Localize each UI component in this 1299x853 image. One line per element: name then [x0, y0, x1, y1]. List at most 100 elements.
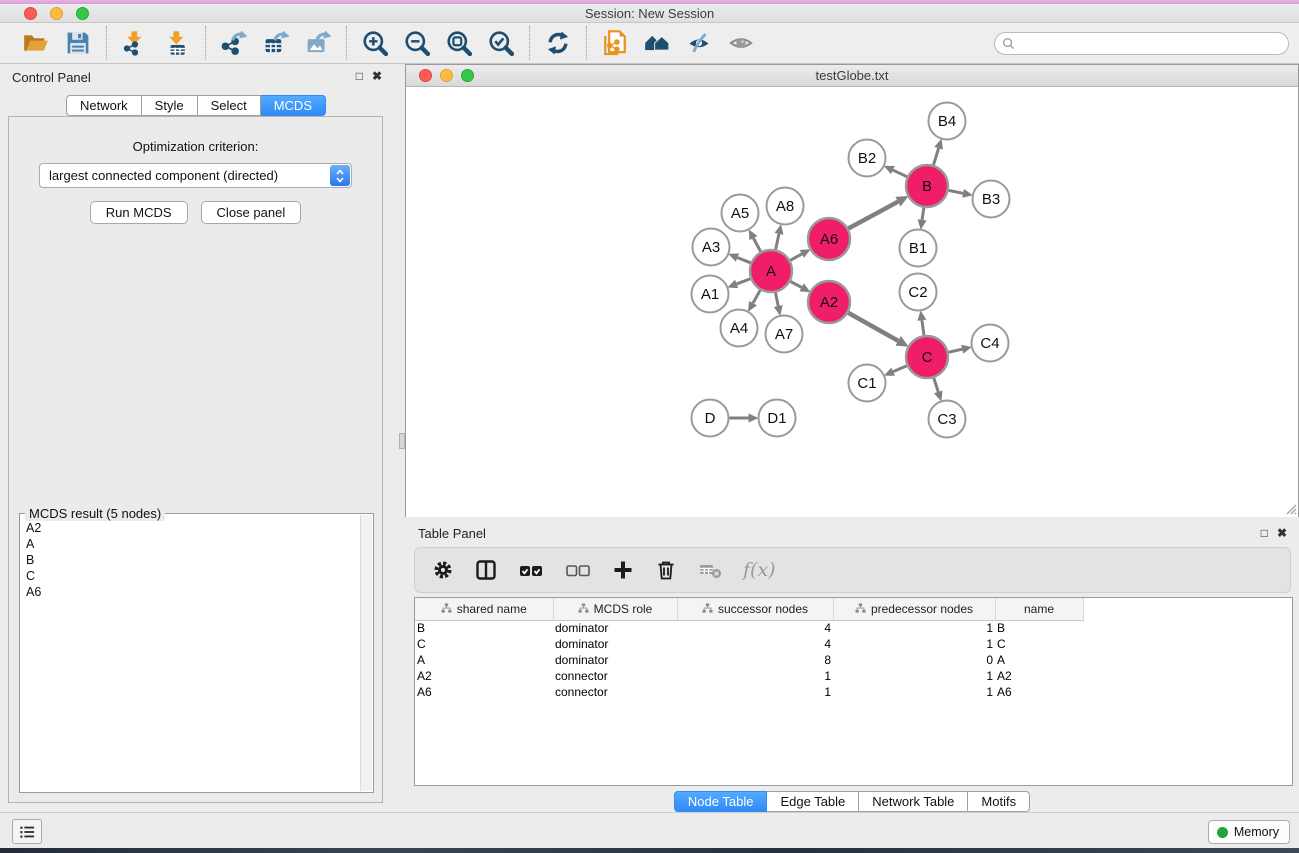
home-icon[interactable]: [641, 27, 673, 59]
table-cell[interactable]: connector: [553, 684, 677, 700]
edge-A-A5[interactable]: [753, 238, 760, 251]
graph-node-A4[interactable]: A4: [721, 310, 758, 347]
mcds-result-item[interactable]: B: [21, 552, 360, 568]
zoom-selected-icon[interactable]: [485, 27, 517, 59]
edge-A-A1[interactable]: [737, 279, 751, 284]
table-cell[interactable]: A: [415, 652, 553, 668]
unselect-all-columns-icon[interactable]: [565, 555, 591, 585]
task-history-button[interactable]: [12, 819, 42, 844]
import-network-icon[interactable]: [119, 27, 151, 59]
table-cell[interactable]: dominator: [553, 636, 677, 652]
settings-gear-icon[interactable]: [432, 555, 454, 585]
tab-edge-table[interactable]: Edge Table: [767, 791, 859, 812]
eye-icon[interactable]: [725, 27, 757, 59]
float-panel-icon[interactable]: □: [356, 69, 363, 83]
edge-C-C3[interactable]: [934, 378, 938, 392]
zoom-fit-icon[interactable]: [443, 27, 475, 59]
export-table-icon[interactable]: [260, 27, 292, 59]
edge-A-A6[interactable]: [790, 254, 802, 260]
graph-node-D1[interactable]: D1: [759, 400, 796, 437]
graph-node-A3[interactable]: A3: [693, 229, 730, 266]
zoom-out-icon[interactable]: [401, 27, 433, 59]
import-table-icon[interactable]: [161, 27, 193, 59]
table-row[interactable]: Adominator80A: [415, 652, 1083, 668]
graph-node-B2[interactable]: B2: [849, 140, 886, 177]
table-cell[interactable]: dominator: [553, 620, 677, 636]
table-cell[interactable]: B: [415, 620, 553, 636]
column-header-MCDS-role[interactable]: MCDS role: [553, 598, 677, 620]
edge-A-A7[interactable]: [775, 293, 778, 307]
table-cell[interactable]: 0: [833, 652, 995, 668]
edge-B-B1[interactable]: [922, 208, 924, 220]
minimize-traffic-light[interactable]: [50, 7, 63, 20]
search-input[interactable]: [1015, 36, 1288, 50]
tab-node-table[interactable]: Node Table: [674, 791, 768, 812]
network-window-titlebar[interactable]: testGlobe.txt: [406, 65, 1298, 87]
graph-node-A2[interactable]: A2: [808, 281, 850, 323]
add-column-icon[interactable]: [612, 555, 634, 585]
table-cell[interactable]: C: [995, 636, 1083, 652]
network-minimize-traffic-light[interactable]: [440, 69, 453, 82]
close-panel-button[interactable]: Close panel: [201, 201, 302, 224]
tab-motifs[interactable]: Motifs: [968, 791, 1030, 812]
table-row[interactable]: A2connector11A2: [415, 668, 1083, 684]
column-layout-icon[interactable]: [475, 555, 497, 585]
edge-C-C1[interactable]: [893, 366, 907, 372]
export-network-icon[interactable]: [218, 27, 250, 59]
column-header-name[interactable]: name: [995, 598, 1083, 620]
graph-node-B[interactable]: B: [906, 165, 948, 207]
mcds-result-scrollbar[interactable]: [360, 515, 372, 791]
column-header-successor-nodes[interactable]: successor nodes: [677, 598, 833, 620]
graph-node-C1[interactable]: C1: [849, 365, 886, 402]
memory-button[interactable]: Memory: [1208, 820, 1290, 844]
float-table-panel-icon[interactable]: □: [1261, 526, 1268, 540]
close-panel-icon[interactable]: ✖: [372, 69, 382, 83]
table-cell[interactable]: 1: [833, 684, 995, 700]
network-canvas[interactable]: B4B2BB3B1A5A8A6A3AA1A2A4A7C2CC4C1C3DD1: [406, 88, 1298, 517]
edge-A6-B[interactable]: [848, 202, 898, 229]
run-mcds-button[interactable]: Run MCDS: [90, 201, 188, 224]
tab-style[interactable]: Style: [142, 95, 198, 116]
edge-A2-C[interactable]: [848, 313, 898, 341]
edge-A-A4[interactable]: [753, 290, 760, 303]
graph-node-C4[interactable]: C4: [972, 325, 1009, 362]
open-session-icon[interactable]: [20, 27, 52, 59]
mcds-result-item[interactable]: A6: [21, 584, 360, 600]
splitter-handle[interactable]: [399, 433, 405, 449]
close-table-panel-icon[interactable]: ✖: [1277, 526, 1287, 540]
duplicate-network-icon[interactable]: [599, 27, 631, 59]
table-cell[interactable]: dominator: [553, 652, 677, 668]
table-cell[interactable]: 8: [677, 652, 833, 668]
column-header-shared-name[interactable]: shared name: [415, 598, 553, 620]
tab-mcds[interactable]: MCDS: [261, 95, 326, 116]
edge-C-C2[interactable]: [922, 320, 924, 335]
table-cell[interactable]: 1: [833, 636, 995, 652]
table-cell[interactable]: 4: [677, 620, 833, 636]
table-cell[interactable]: 1: [833, 668, 995, 684]
mcds-result-item[interactable]: A: [21, 536, 360, 552]
eye-slash-icon[interactable]: [683, 27, 715, 59]
graph-node-D[interactable]: D: [692, 400, 729, 437]
graph-node-A7[interactable]: A7: [766, 316, 803, 353]
edge-B-B3[interactable]: [949, 190, 964, 193]
table-cell[interactable]: C: [415, 636, 553, 652]
zoom-traffic-light[interactable]: [76, 7, 89, 20]
table-cell[interactable]: 1: [677, 668, 833, 684]
graph-node-B3[interactable]: B3: [973, 181, 1010, 218]
graph-node-C3[interactable]: C3: [929, 401, 966, 438]
graph-node-A6[interactable]: A6: [808, 218, 850, 260]
graph-node-B4[interactable]: B4: [929, 103, 966, 140]
table-cell[interactable]: A6: [995, 684, 1083, 700]
export-image-icon[interactable]: [302, 27, 334, 59]
edge-B-B4[interactable]: [933, 148, 938, 165]
select-all-columns-icon[interactable]: [518, 555, 544, 585]
graph-node-A1[interactable]: A1: [692, 276, 729, 313]
table-cell[interactable]: 4: [677, 636, 833, 652]
search-box[interactable]: [994, 32, 1289, 55]
tab-select[interactable]: Select: [198, 95, 261, 116]
graph-node-A[interactable]: A: [750, 250, 792, 292]
table-row[interactable]: Bdominator41B: [415, 620, 1083, 636]
edge-C-C4[interactable]: [948, 349, 962, 352]
edge-A-A3[interactable]: [737, 258, 750, 263]
edge-A-A8[interactable]: [776, 234, 779, 250]
